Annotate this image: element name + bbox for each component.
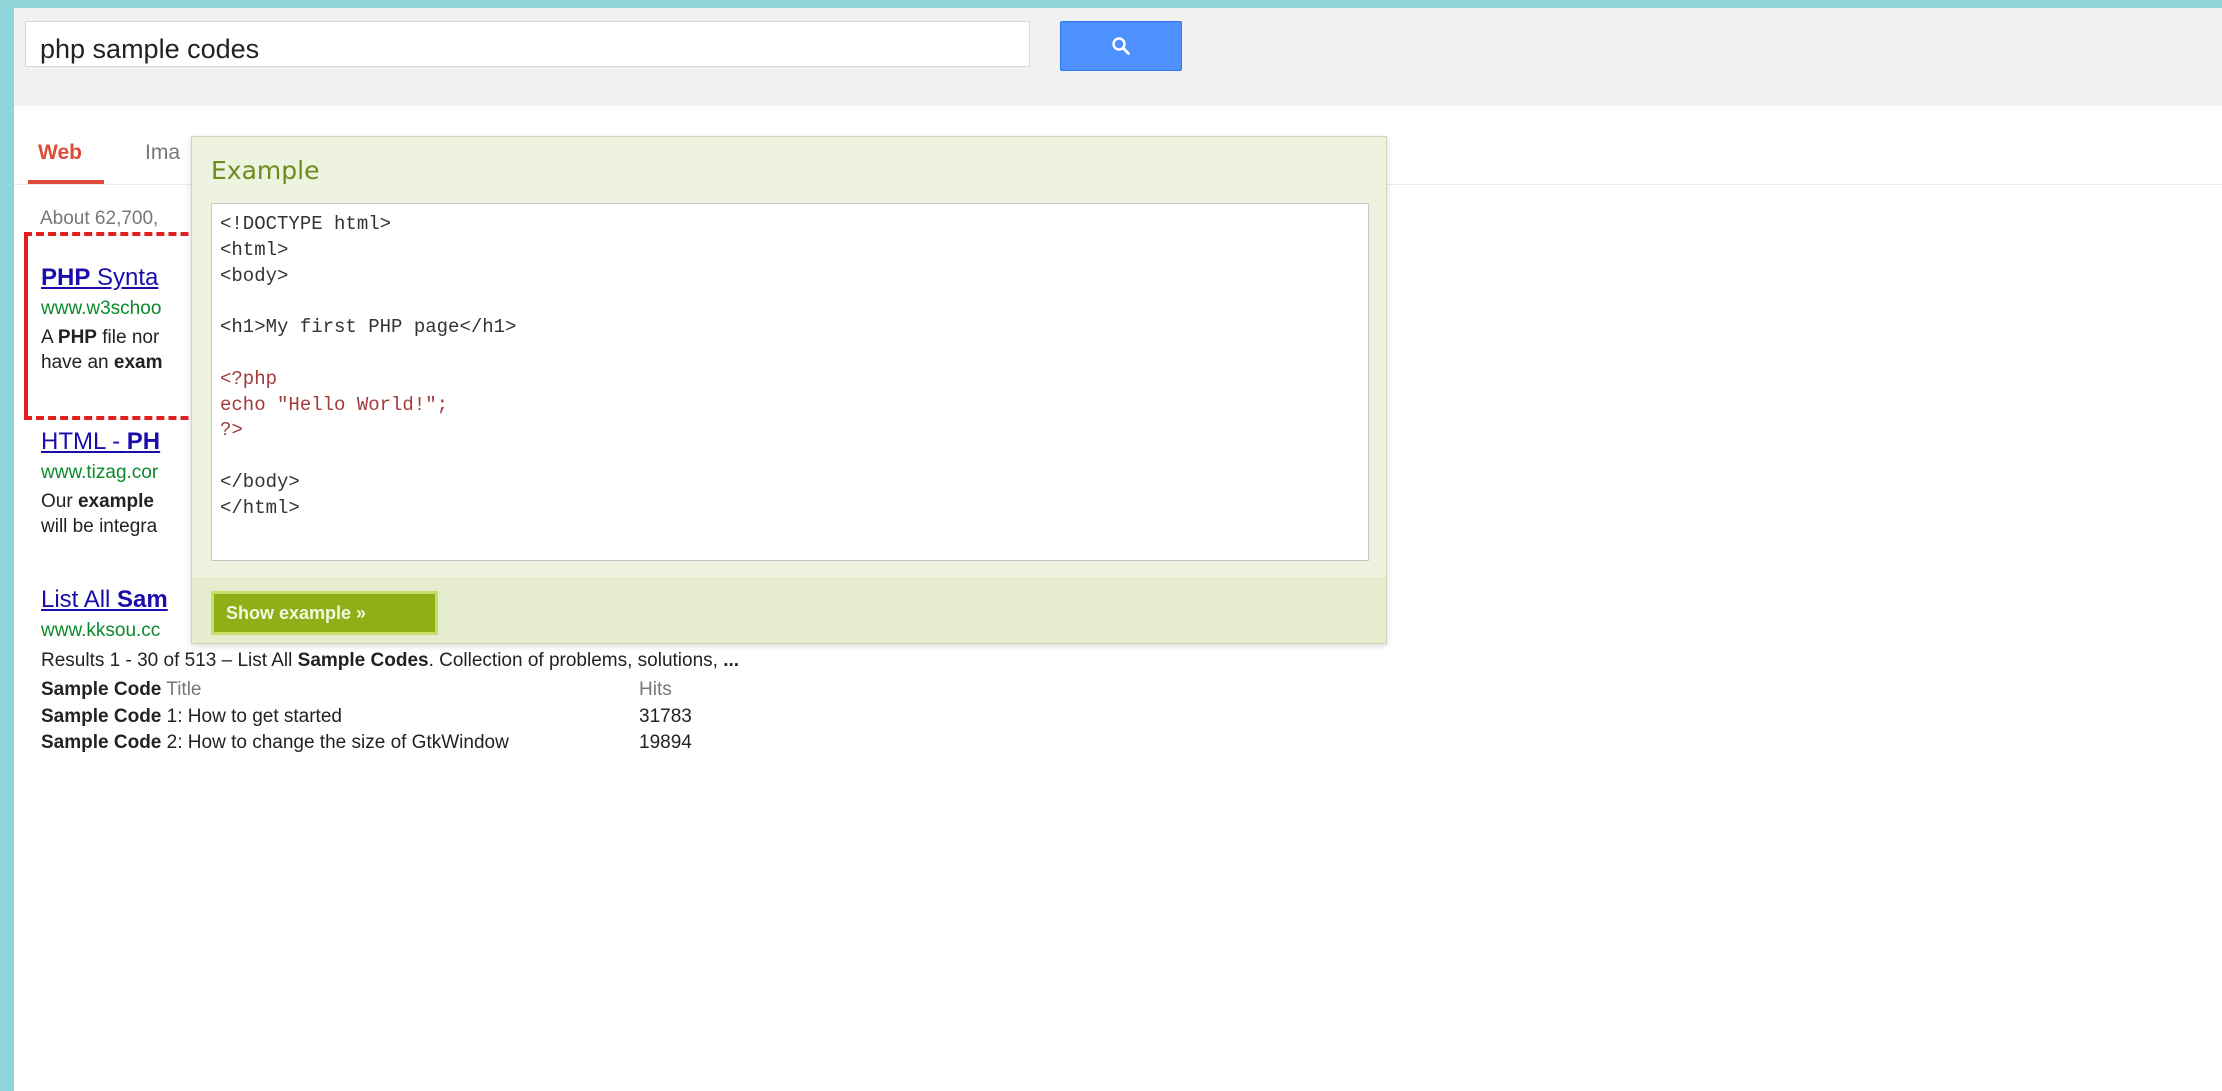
result-title-3-pre: List All [41,586,118,613]
snippet-text: A [41,327,58,348]
snippet-text: Results 1 - 30 of 513 – List All [41,650,298,671]
result-count: About 62,700, [40,208,159,229]
table-cell-hits: Hits [639,679,672,700]
result-title-2-bold: PH [126,428,161,455]
result-snippet-3: Results 1 - 30 of 513 – List All Sample … [41,650,739,672]
table-row: Sample Code 1: How to get started [41,706,342,728]
code-line-php: <?php [220,367,278,390]
result-url-1: www.w3schoo [41,298,162,319]
snippet-bold: PHP [57,327,97,348]
search-query: php sample codes [40,34,260,64]
snippet-text: file nor [96,327,160,348]
table-cell-bold: Sample Code [41,732,162,753]
result-title-1-bold: PHP [41,264,91,291]
table-cell-bold: Sample Code [41,679,162,700]
table-cell-hits: 19894 [639,732,692,753]
table-row: Sample Code Title [41,679,202,701]
result-title-2-pre: HTML - [41,428,127,455]
browser-page: php sample codes Web Ima About 62,700, P… [14,8,2222,1091]
code-block: <!DOCTYPE html> <html> <body> <h1>My fir… [211,203,1369,561]
tab-images[interactable]: Ima [145,141,180,165]
snippet-bold: exam [113,352,163,373]
result-snippet-2: Our example [41,489,154,514]
search-icon [1112,37,1130,55]
table-row: Sample Code 2: How to change the size of… [41,732,509,754]
result-title-2[interactable]: HTML - PH [41,428,160,456]
result-title-1[interactable]: PHP Synta [41,264,158,292]
example-popup: Example <!DOCTYPE html> <html> <body> <h… [191,136,1387,644]
table-cell-bold: Sample Code [41,706,162,727]
snippet-ellipsis: ... [723,650,740,671]
active-tab-indicator [28,180,104,184]
code-line: </html> [220,496,300,519]
tab-web[interactable]: Web [38,141,82,165]
result-snippet-1: A PHP file nor [41,325,159,350]
search-button[interactable] [1060,21,1182,71]
result-title-3-bold: Sam [117,586,168,613]
table-cell-title: 1: How to get started [161,706,342,727]
table-cell-hits: 31783 [639,706,692,727]
code-line: <html> [220,238,289,261]
result-snippet-1b: have an exam [41,350,163,375]
result-url-2: www.tizag.cor [41,462,159,483]
snippet-text: Our [41,491,78,512]
popup-title: Example [211,156,320,185]
snippet-text: have an [41,352,114,373]
code-line-php: echo "Hello World!"; [220,393,449,416]
code-line: <!DOCTYPE html> [220,213,392,235]
result-snippet-2b: will be integra [41,514,157,539]
result-url-3: www.kksou.cc [41,620,161,641]
code-line: <h1>My first PHP page</h1> [220,316,517,339]
result-title-1-rest: Synta [90,264,159,291]
snippet-text: . Collection of problems, solutions, [428,650,724,671]
snippet-text: will be integra [41,516,158,537]
snippet-bold: Sample Codes [297,650,429,671]
code-line-php: ?> [220,419,243,442]
snippet-bold: example [77,491,154,512]
code-line: </body> [220,470,300,493]
popup-footer: Show example » [192,577,1386,643]
search-header: php sample codes [14,8,2222,106]
search-input[interactable]: php sample codes [25,21,1030,67]
table-cell-title: Title [161,679,202,700]
show-example-button[interactable]: Show example » [211,591,438,635]
result-title-3[interactable]: List All Sam [41,586,168,614]
table-cell-title: 2: How to change the size of GtkWindow [161,732,509,753]
code-line: <body> [220,264,289,287]
